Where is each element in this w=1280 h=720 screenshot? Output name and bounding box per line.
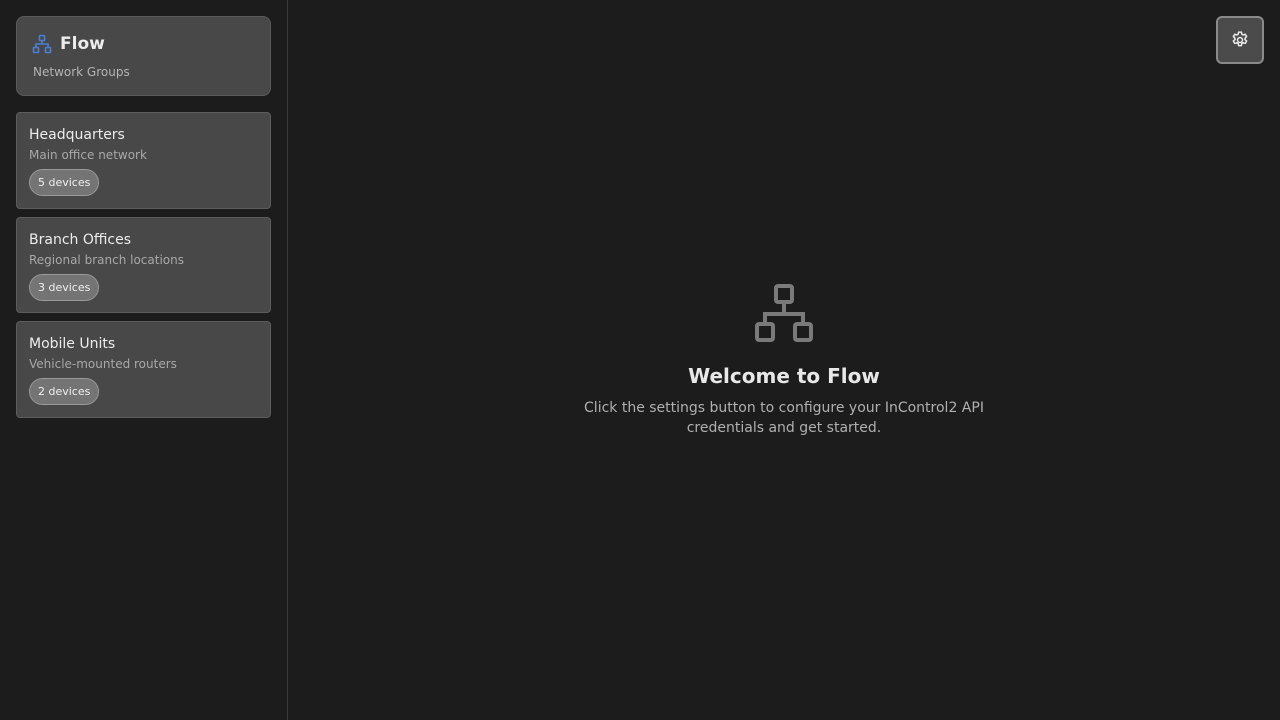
group-description: Main office network [29, 148, 147, 162]
group-name: Mobile Units [29, 336, 116, 352]
welcome-panel: Welcome to Flow Click the settings butto… [288, 284, 1280, 438]
group-card-branch-offices[interactable]: Branch Offices Regional branch locations… [16, 217, 271, 313]
device-count-badge: 5 devices [29, 169, 100, 196]
group-card-mobile-units[interactable]: Mobile Units Vehicle-mounted routers 2 d… [16, 321, 271, 418]
sidebar-subtitle: Network Groups [33, 65, 130, 79]
group-description: Vehicle-mounted routers [29, 357, 177, 371]
device-count-badge: 3 devices [29, 274, 100, 301]
welcome-message: Click the settings button to configure y… [584, 400, 984, 436]
group-description: Regional branch locations [29, 253, 184, 267]
main-content: Welcome to Flow Click the settings butto… [288, 0, 1280, 720]
network-icon [32, 34, 52, 54]
app-title: Flow [60, 34, 105, 54]
settings-button[interactable] [1216, 16, 1264, 64]
welcome-title: Welcome to Flow [688, 364, 880, 388]
group-name: Branch Offices [29, 232, 131, 248]
group-name: Headquarters [29, 127, 125, 143]
device-count-badge: 2 devices [29, 378, 100, 405]
sidebar: Flow Network Groups Headquarters Main of… [0, 0, 288, 720]
brand-row: Flow [32, 34, 105, 54]
app: Flow Network Groups Headquarters Main of… [0, 0, 1280, 720]
network-icon [755, 284, 813, 342]
brand-card: Flow Network Groups [16, 16, 271, 96]
gear-icon [1232, 31, 1248, 47]
group-card-headquarters[interactable]: Headquarters Main office network 5 devic… [16, 112, 271, 209]
